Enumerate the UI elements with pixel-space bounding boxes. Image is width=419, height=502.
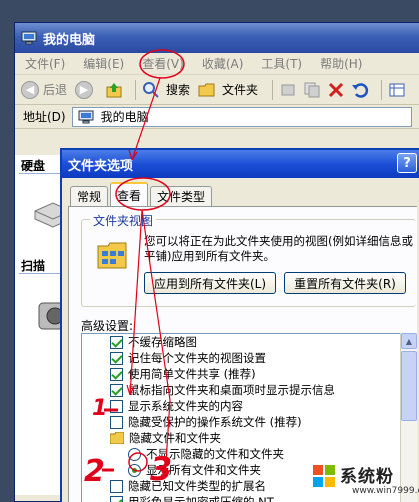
checkbox[interactable] [110,415,123,429]
checkbox[interactable] [110,399,123,413]
setting-no-cache-thumbnails[interactable]: 不缓存缩略图 [110,334,197,350]
setting-show-system-folder[interactable]: 显示系统文件夹的内容 [110,398,243,414]
delete-icon[interactable] [327,81,345,99]
watermark: 系统粉 www.win7999.com [312,462,419,500]
setting-label: 记住每个文件夹的视图设置 [128,351,266,365]
annotation-number-2: 2 [84,454,105,489]
search-button[interactable]: 搜索 [142,81,190,99]
tab-file-types[interactable]: 文件类型 [150,186,213,206]
category-hard-disks: 硬盘 [21,159,46,173]
setting-label: 使用简单文件共享 (推荐) [128,367,256,381]
setting-label: 鼠标指向文件夹和桌面项时显示提示信息 [128,383,335,397]
toolbar-separator [272,79,274,100]
window-title: 我的电脑 [43,32,96,48]
view-tab-panel: 文件夹视图 您可以将正在为此文件夹使用的视图(例如详细信息或平铺)应用到所有文件… [68,206,417,502]
help-button[interactable]: ? [397,153,417,173]
scroll-up-icon[interactable]: ▲ [401,333,417,349]
setting-label: 不缓存缩略图 [128,335,197,349]
address-field[interactable]: 我的电脑 [71,106,412,127]
toolbar-separator [135,79,137,100]
folders-button[interactable]: 文件夹 [198,81,258,99]
folder-icon [198,83,215,96]
address-bar: 地址(D) 我的电脑 [15,105,419,129]
search-icon [143,81,159,98]
search-label: 搜索 [166,83,191,97]
folders-label: 文件夹 [222,83,259,97]
tab-general[interactable]: 常规 [70,186,109,206]
annotation-number-3: 3 [150,450,173,488]
radio-button[interactable] [128,447,141,461]
move-to-icon[interactable] [279,81,297,99]
toolbar-separator [381,79,383,100]
menu-bar: 文件(F) 编辑(E) 查看(V) 收藏(A) 工具(T) 帮助(H) [15,53,419,75]
folder-views-group: 文件夹视图 您可以将正在为此文件夹使用的视图(例如详细信息或平铺)应用到所有文件… [81,212,416,307]
copy-to-icon[interactable] [303,81,321,99]
windows-logo-icon [313,465,335,487]
checkbox[interactable] [110,351,123,365]
group-legend: 文件夹视图 [90,212,157,229]
apply-to-all-folders-button[interactable]: 应用到所有文件夹(L) [144,272,276,294]
folder-options-dialog: 文件夹选项 ? 常规 查看 文件类型 文件夹视图 您可以将正在为此文件夹使用的视… [60,148,419,502]
menu-tools[interactable]: 工具(T) [261,55,302,72]
category-scanners: 扫描 [21,259,46,273]
dialog-tabs: 常规 查看 文件类型 [70,182,214,206]
dialog-title: 文件夹选项 [68,158,134,174]
checkbox[interactable] [110,367,123,381]
setting-simple-sharing[interactable]: 使用简单文件共享 (推荐) [110,366,256,382]
folder-icon [110,432,124,444]
menu-file[interactable]: 文件(F) [25,55,65,72]
setting-remember-view[interactable]: 记住每个文件夹的视图设置 [110,350,266,366]
address-label: 地址(D) [23,110,66,124]
setting-label: 用彩色显示加密或压缩的 NT [128,495,274,502]
group-description: 您可以将正在为此文件夹使用的视图(例如详细信息或平铺)应用到所有文件夹。 [144,234,413,263]
back-button[interactable]: ◀ 后退 [21,80,68,99]
tab-view[interactable]: 查看 [110,182,149,206]
undo-icon[interactable] [351,81,369,99]
up-folder-icon[interactable] [105,81,123,99]
advanced-settings-label: 高级设置: [81,319,134,333]
views-icon[interactable] [388,81,406,99]
back-arrow-icon: ◀ [21,80,39,99]
back-label: 后退 [43,83,68,97]
setting-label: 显示系统文件夹的内容 [128,399,243,413]
folder-views-icon [97,242,127,269]
menu-help[interactable]: 帮助(H) [320,55,362,72]
checkbox[interactable] [110,495,123,502]
setting-label: 隐藏文件和文件夹 [129,431,221,445]
setting-color-encrypted[interactable]: 用彩色显示加密或压缩的 NT [110,494,274,502]
menu-edit[interactable]: 编辑(E) [83,55,124,72]
address-value: 我的电脑 [100,110,149,124]
watermark-url: www.win7999.com [352,486,419,496]
setting-show-hidden[interactable]: 显示所有文件和文件夹 [128,462,261,478]
setting-hide-protected-os-files[interactable]: 隐藏受保护的操作系统文件 (推荐) [110,414,302,430]
setting-label: 隐藏受保护的操作系统文件 (推荐) [128,415,302,429]
annotation-number-1: 1 [92,396,108,421]
setting-hide-extensions[interactable]: 隐藏已知文件类型的扩展名 [110,478,266,494]
checkbox[interactable] [110,383,123,397]
checkbox[interactable] [110,479,123,493]
setting-label: 隐藏已知文件类型的扩展名 [128,479,266,493]
scroll-thumb[interactable] [401,351,417,421]
menu-view[interactable]: 查看(V) [142,55,184,72]
forward-button[interactable]: ▶ [75,80,97,99]
watermark-name: 系统粉 [340,467,394,487]
computer-icon [21,31,37,45]
computer-icon [78,110,94,123]
setting-show-tips[interactable]: 鼠标指向文件夹和桌面项时显示提示信息 [110,382,335,398]
dialog-titlebar: 文件夹选项 [62,150,419,178]
radio-button[interactable] [128,463,141,477]
forward-arrow-icon: ▶ [75,80,94,99]
checkbox[interactable] [110,335,123,349]
reset-all-folders-button[interactable]: 重置所有文件夹(R) [284,272,406,294]
menu-favorites[interactable]: 收藏(A) [202,55,244,72]
toolbar: ◀ 后退 ▶ 搜索 文件夹 [15,75,419,105]
setting-hidden-files-folder: 隐藏文件和文件夹 [110,430,221,446]
window-titlebar: 我的电脑 [15,23,419,53]
